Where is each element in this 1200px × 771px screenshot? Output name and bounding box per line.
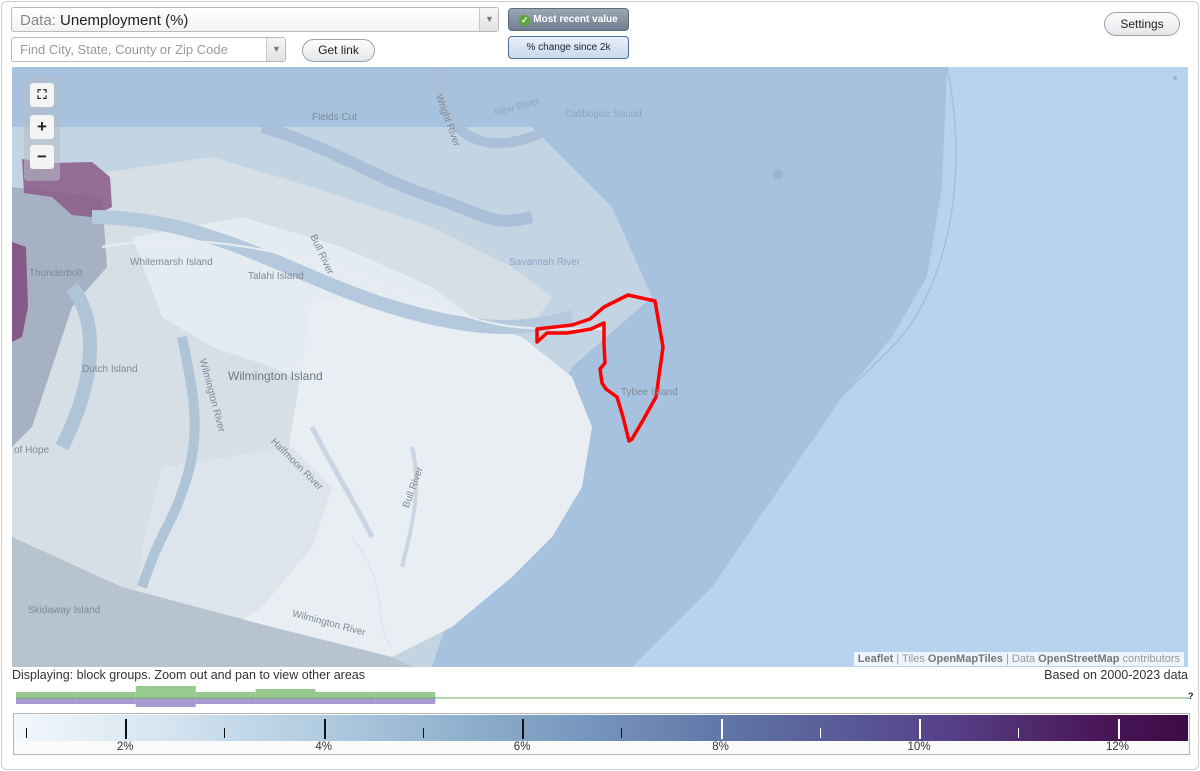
fullscreen-icon: ⛶ — [37, 87, 47, 102]
map-view[interactable]: Fields Cut New River Wright River Calibo… — [12, 67, 1188, 667]
osm-link[interactable]: OpenStreetMap — [1038, 653, 1119, 665]
legend-tick — [919, 719, 922, 739]
place-label: of Hope — [14, 445, 50, 456]
histogram-bar — [16, 692, 76, 698]
histogram-bar-current — [75, 698, 136, 704]
data-dropdown-button[interactable]: ▼ — [479, 8, 498, 31]
histogram-bar — [255, 689, 316, 698]
legend-tick — [1018, 728, 1020, 738]
most-recent-label: Most recent value — [533, 14, 618, 25]
data-select[interactable]: Data: Unemployment (%) ▼ — [11, 7, 499, 32]
chevron-down-icon: ▼ — [485, 14, 494, 24]
attrib-text: contributors — [1119, 653, 1180, 665]
data-range-info: Based on 2000-2023 data — [1044, 668, 1188, 682]
legend-tick — [25, 728, 27, 738]
zoom-controls: ⛶ + − — [24, 77, 60, 181]
legend-tick — [1117, 719, 1120, 739]
display-info: Displaying: block groups. Zoom out and p… — [12, 668, 365, 682]
legend-label: 4% — [315, 741, 332, 753]
most-recent-value-button[interactable]: ✓ Most recent value — [508, 8, 629, 31]
legend-gradient — [15, 715, 1188, 741]
get-link-button[interactable]: Get link — [302, 39, 375, 62]
histogram-bar-current — [135, 698, 196, 707]
place-label: Wilmington Island — [228, 369, 323, 383]
plus-icon: + — [37, 117, 47, 136]
legend-tick — [819, 728, 821, 738]
place-label: Tybee Island — [621, 387, 678, 398]
place-label: Savannah River — [509, 257, 581, 268]
zoom-out-button[interactable]: − — [30, 145, 54, 169]
chevron-down-icon: ▼ — [272, 44, 281, 54]
legend-label: 2% — [116, 741, 134, 753]
map-attribution: Leaflet | Tiles OpenMapTiles | Data Open… — [853, 652, 1184, 666]
pct-change-button[interactable]: % change since 2k — [508, 36, 629, 59]
place-label: Skidaway Island — [28, 605, 101, 616]
histogram-bar — [315, 692, 376, 698]
data-select-label: Data: Unemployment (%) — [20, 12, 188, 29]
data-select-value: Unemployment (%) — [60, 12, 189, 29]
legend-tick — [323, 719, 326, 739]
histogram-bar-current — [255, 698, 316, 704]
legend-tick — [621, 728, 623, 738]
place-label: Dutch Island — [82, 364, 138, 375]
legend-label: 8% — [712, 741, 729, 753]
location-search-input[interactable] — [12, 38, 266, 61]
histogram-bar-current — [195, 698, 256, 704]
histogram-bar — [195, 692, 256, 698]
legend-label: 10% — [907, 741, 931, 753]
map-base-layer — [12, 67, 1188, 667]
place-label: Thunderbolt — [29, 268, 83, 279]
attrib-text: | Tiles — [893, 653, 928, 665]
search-dropdown-button[interactable]: ▼ — [266, 38, 285, 61]
settings-button[interactable]: Settings — [1104, 12, 1180, 36]
legend-label: 12% — [1106, 741, 1130, 753]
legend-label: 6% — [513, 741, 531, 753]
place-label: Talahi Island — [248, 271, 304, 282]
legend-tick — [125, 719, 128, 739]
histogram — [16, 686, 1190, 707]
histogram-bar — [135, 686, 196, 698]
check-icon: ✓ — [519, 15, 531, 26]
place-label: Calibogue Sound — [565, 109, 642, 120]
help-icon[interactable]: ? — [1188, 691, 1194, 701]
color-legend: 2% 4% 6% 8% 10% 12% — [13, 713, 1190, 755]
histogram-bar-current — [16, 698, 76, 704]
histogram-bar — [375, 692, 436, 698]
histogram-bar-current — [315, 698, 376, 704]
fullscreen-button[interactable]: ⛶ — [30, 83, 54, 107]
attrib-text: | Data — [1002, 653, 1039, 665]
leaflet-link[interactable]: Leaflet — [858, 653, 893, 665]
place-label: Fields Cut — [312, 112, 358, 123]
place-label: Whitemarsh Island — [130, 257, 213, 268]
tiles-link[interactable]: OpenMapTiles — [928, 653, 1003, 665]
data-select-prefix: Data: — [20, 12, 56, 29]
minus-icon: − — [37, 147, 47, 166]
legend-tick — [422, 728, 424, 738]
legend-tick — [522, 719, 525, 739]
histogram-bar — [75, 692, 136, 698]
legend-tick — [224, 728, 226, 738]
location-search[interactable]: ▼ — [11, 37, 286, 62]
histogram-bar-current — [375, 698, 436, 704]
legend-tick — [720, 719, 723, 739]
zoom-in-button[interactable]: + — [30, 115, 54, 139]
